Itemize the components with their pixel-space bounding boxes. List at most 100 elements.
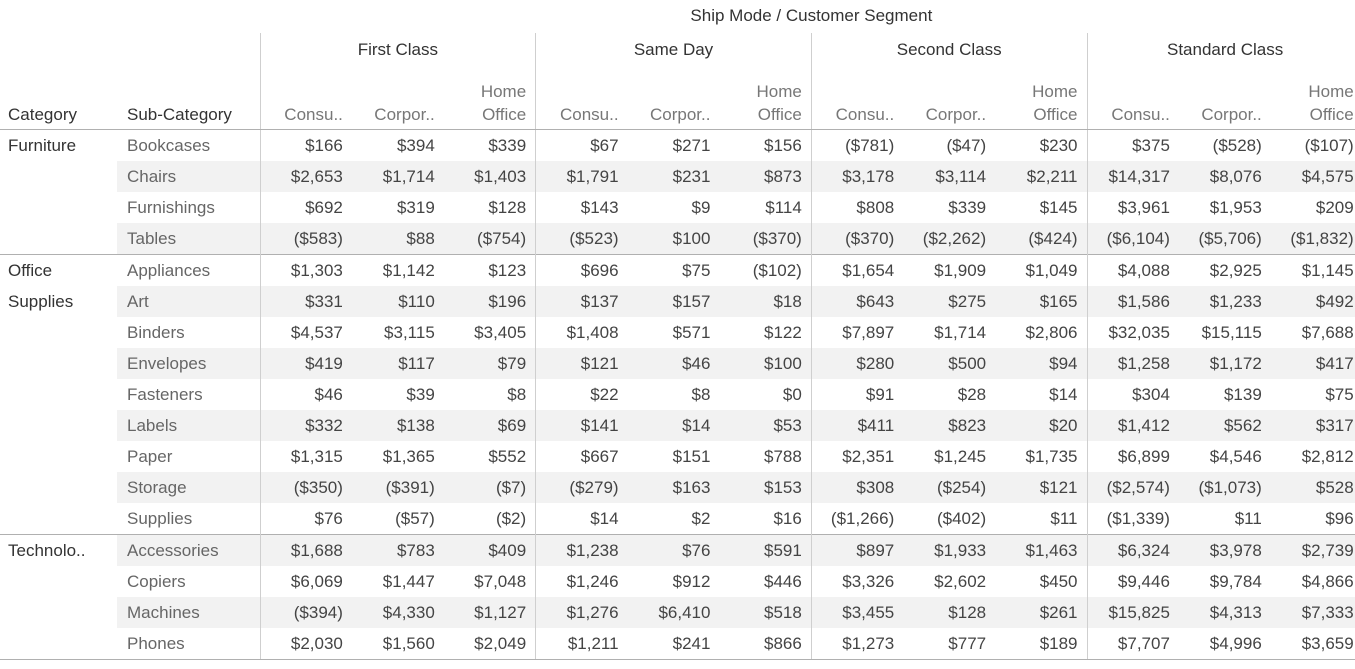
value-cell[interactable]: $1,412	[1086, 410, 1179, 441]
value-cell[interactable]: $9	[628, 192, 720, 223]
value-cell[interactable]: $2,602	[903, 566, 995, 597]
value-cell[interactable]: $151	[628, 441, 720, 472]
value-cell[interactable]: $7,707	[1086, 628, 1179, 659]
value-cell[interactable]: $1,211	[535, 628, 628, 659]
segment-header[interactable]: Consu..	[259, 65, 352, 129]
value-cell[interactable]: $317	[1270, 410, 1355, 441]
value-cell[interactable]: $20	[995, 410, 1088, 441]
value-cell[interactable]: $1,238	[535, 534, 628, 566]
value-cell[interactable]: $141	[535, 410, 628, 441]
value-cell[interactable]: $3,405	[444, 317, 536, 348]
value-cell[interactable]: ($1,266)	[810, 503, 904, 535]
category-cell[interactable]: Office Supplies	[0, 254, 117, 535]
value-cell[interactable]: $11	[995, 503, 1087, 535]
value-cell[interactable]: $8,076	[1178, 161, 1271, 192]
segment-header[interactable]: Consu..	[810, 65, 904, 129]
value-cell[interactable]: $138	[351, 410, 444, 441]
value-cell[interactable]: ($523)	[535, 223, 628, 255]
value-cell[interactable]: $339	[903, 192, 995, 223]
value-cell[interactable]: $9,446	[1086, 566, 1179, 597]
value-cell[interactable]: $14	[627, 410, 720, 441]
value-cell[interactable]: $76	[627, 534, 720, 566]
value-cell[interactable]: $4,088	[1086, 254, 1179, 286]
value-cell[interactable]: $897	[810, 534, 904, 566]
value-cell[interactable]: $69	[443, 410, 536, 441]
value-cell[interactable]: $591	[719, 534, 812, 566]
sub-category-cell[interactable]: Paper	[117, 441, 260, 472]
value-cell[interactable]: ($107)	[1271, 130, 1355, 162]
value-cell[interactable]: ($583)	[259, 223, 352, 255]
value-cell[interactable]: $1,172	[1178, 348, 1271, 379]
value-cell[interactable]: $209	[1271, 192, 1355, 223]
value-cell[interactable]: $230	[995, 130, 1087, 162]
value-cell[interactable]: $339	[444, 130, 536, 162]
value-cell[interactable]: $1,315	[259, 441, 352, 472]
value-cell[interactable]: $411	[810, 410, 904, 441]
value-cell[interactable]: $1,142	[351, 254, 444, 286]
value-cell[interactable]: $75	[627, 254, 720, 286]
value-cell[interactable]: $1,246	[535, 566, 628, 597]
sub-category-cell[interactable]: Furnishings	[117, 192, 260, 223]
value-cell[interactable]: $121	[995, 472, 1088, 503]
value-cell[interactable]: $446	[719, 566, 811, 597]
value-cell[interactable]: $643	[810, 286, 904, 317]
value-cell[interactable]: $145	[995, 192, 1087, 223]
value-cell[interactable]: $1,273	[810, 628, 904, 659]
value-cell[interactable]: ($2,574)	[1086, 472, 1179, 503]
value-cell[interactable]: $7,048	[444, 566, 536, 597]
sub-category-cell[interactable]: Envelopes	[117, 348, 260, 379]
value-cell[interactable]: $2	[628, 503, 720, 535]
value-cell[interactable]: $117	[351, 348, 444, 379]
value-cell[interactable]: $1,714	[903, 317, 995, 348]
value-cell[interactable]: $100	[627, 223, 720, 255]
header-sub-category[interactable]: Sub-Category	[117, 65, 260, 129]
value-cell[interactable]: ($5,706)	[1178, 223, 1271, 255]
value-cell[interactable]: $3,178	[810, 161, 904, 192]
sub-category-cell[interactable]: Copiers	[117, 566, 260, 597]
value-cell[interactable]: $308	[810, 472, 904, 503]
value-cell[interactable]: $156	[719, 130, 811, 162]
value-cell[interactable]: $518	[719, 597, 812, 628]
value-cell[interactable]: $394	[352, 130, 444, 162]
value-cell[interactable]: $122	[719, 317, 811, 348]
value-cell[interactable]: $0	[719, 379, 811, 410]
value-cell[interactable]: $419	[259, 348, 352, 379]
value-cell[interactable]: $1,654	[810, 254, 904, 286]
value-cell[interactable]: $1,245	[903, 441, 995, 472]
value-cell[interactable]: $4,546	[1179, 441, 1271, 472]
value-cell[interactable]: $1,791	[535, 161, 628, 192]
ship-mode-header[interactable]: First Class	[259, 33, 536, 65]
value-cell[interactable]: $137	[535, 286, 628, 317]
value-cell[interactable]: $15,115	[1179, 317, 1271, 348]
value-cell[interactable]: $100	[719, 348, 812, 379]
value-cell[interactable]: $375	[1086, 129, 1179, 161]
value-cell[interactable]: $2,049	[444, 628, 536, 659]
value-cell[interactable]: $166	[259, 129, 352, 161]
sub-category-cell[interactable]: Appliances	[117, 254, 260, 286]
value-cell[interactable]: $53	[719, 410, 812, 441]
value-cell[interactable]: $7,688	[1271, 317, 1355, 348]
ship-mode-header[interactable]: Second Class	[810, 33, 1088, 65]
value-cell[interactable]: $165	[995, 286, 1088, 317]
value-cell[interactable]: $3,455	[810, 597, 904, 628]
value-cell[interactable]: $163	[627, 472, 720, 503]
value-cell[interactable]: $332	[259, 410, 352, 441]
value-cell[interactable]: $9,784	[1179, 566, 1271, 597]
value-cell[interactable]: ($7)	[443, 472, 536, 503]
value-cell[interactable]: $2,211	[995, 161, 1088, 192]
value-cell[interactable]: $1,145	[1270, 254, 1355, 286]
value-cell[interactable]: $1,303	[259, 254, 352, 286]
value-cell[interactable]: $46	[627, 348, 720, 379]
value-cell[interactable]: $11	[1179, 503, 1271, 535]
value-cell[interactable]: $1,933	[903, 534, 996, 566]
value-cell[interactable]: $409	[443, 534, 536, 566]
value-cell[interactable]: $1,408	[535, 317, 628, 348]
value-cell[interactable]: $319	[352, 192, 444, 223]
value-cell[interactable]: $3,659	[1271, 628, 1355, 659]
category-cell[interactable]: Technolo..	[0, 534, 117, 659]
value-cell[interactable]: $76	[259, 503, 352, 535]
value-cell[interactable]: $271	[628, 130, 720, 162]
value-cell[interactable]: $14,317	[1086, 161, 1179, 192]
value-cell[interactable]: $16	[719, 503, 811, 535]
value-cell[interactable]: $15,825	[1086, 597, 1179, 628]
